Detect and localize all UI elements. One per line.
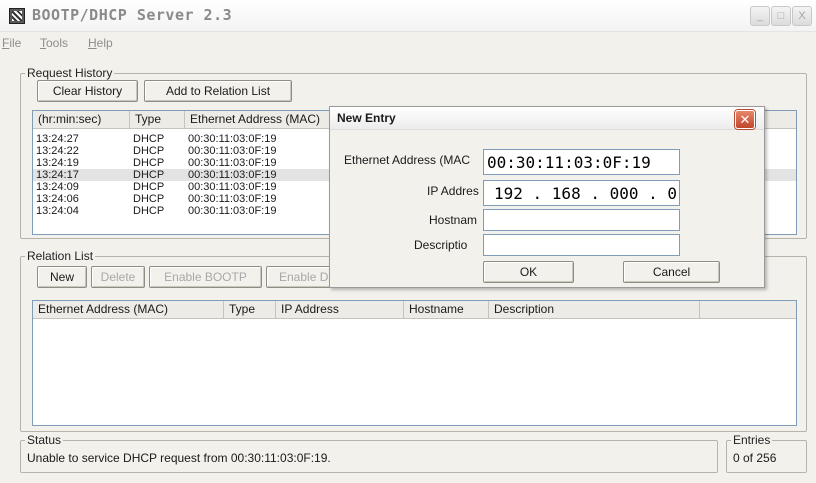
description-input[interactable] [483,234,680,256]
col-relation-hostname[interactable]: Hostname [404,301,489,319]
dialog-title: New Entry [337,111,396,125]
enable-dhcp-button[interactable]: Enable D [266,266,332,288]
history-type: DHCP [133,133,165,145]
entries-group: Entries 0 of 256 [726,433,807,473]
history-mac: 00:30:11:03:0F:19 [188,181,277,193]
history-type: DHCP [133,157,165,169]
history-time: 13:24:22 [36,145,79,157]
history-type: DHCP [133,169,165,181]
col-relation-description[interactable]: Description [489,301,700,319]
history-mac: 00:30:11:03:0F:19 [188,145,277,157]
history-time: 13:24:09 [36,181,79,193]
hostname-label: Hostnam [429,213,478,227]
history-mac: 00:30:11:03:0F:19 [188,169,277,181]
clear-history-button[interactable]: Clear History [37,80,138,102]
history-type: DHCP [133,145,165,157]
enable-bootp-button[interactable]: Enable BOOTP [149,266,262,288]
ok-button[interactable]: OK [483,261,574,283]
menu-file[interactable]: File [2,36,21,50]
relation-list-header: Ethernet Address (MAC) Type IP Address H… [33,301,796,319]
col-type[interactable]: Type [130,111,185,129]
history-time: 13:24:27 [36,133,79,145]
history-type: DHCP [133,205,165,217]
entries-count: 0 of 256 [733,451,777,465]
dialog-close-icon[interactable]: ✕ [735,110,755,129]
hostname-input[interactable] [483,209,680,231]
history-time: 13:24:04 [36,205,79,217]
cancel-button[interactable]: Cancel [623,261,720,283]
ip-address-input[interactable] [483,180,680,206]
history-type: DHCP [133,181,165,193]
entries-label: Entries [731,433,773,447]
new-button[interactable]: New [37,266,87,288]
history-time: 13:24:06 [36,193,79,205]
history-type: DHCP [133,193,165,205]
mac-label: Ethernet Address (MAC [344,153,471,167]
history-mac: 00:30:11:03:0F:19 [188,133,277,145]
status-message: Unable to service DHCP request from 00:3… [27,451,331,465]
status-group: Status Unable to service DHCP request fr… [20,433,718,473]
ip-address-label: IP Addres [427,184,479,198]
history-mac: 00:30:11:03:0F:19 [188,205,277,217]
col-mac[interactable]: Ethernet Address (MAC) [185,111,335,129]
history-mac: 00:30:11:03:0F:19 [188,157,277,169]
app-title: BOOTP/DHCP Server 2.3 [32,6,233,24]
dialog-title-bar[interactable]: New Entry ✕ [330,107,764,130]
description-label: Descriptio [414,238,468,252]
col-relation-ip[interactable]: IP Address [276,301,404,319]
new-entry-dialog: New Entry ✕ Ethernet Address (MAC IP Add… [329,106,765,288]
status-label: Status [25,433,64,447]
menu-help[interactable]: Help [88,36,113,50]
col-time[interactable]: (hr:min:sec) [33,111,130,129]
col-relation-mac[interactable]: Ethernet Address (MAC) [33,301,224,319]
add-to-relation-list-button[interactable]: Add to Relation List [144,80,292,102]
title-bar: BOOTP/DHCP Server 2.3 _ □ X [0,0,816,32]
history-time: 13:24:19 [36,157,79,169]
relation-list-label: Relation List [25,249,96,263]
request-history-label: Request History [25,66,115,80]
minimize-button[interactable]: _ [750,6,770,26]
close-button[interactable]: X [792,6,812,26]
menu-bar: File Tools Help [0,34,816,52]
mac-address-input[interactable] [483,149,680,175]
delete-button[interactable]: Delete [91,266,145,288]
maximize-button[interactable]: □ [771,6,791,26]
col-relation-type[interactable]: Type [224,301,276,319]
menu-tools[interactable]: Tools [40,36,68,50]
app-icon[interactable] [9,8,25,24]
relation-list-table[interactable]: Ethernet Address (MAC) Type IP Address H… [32,300,797,426]
history-mac: 00:30:11:03:0F:19 [188,193,277,205]
history-time: 13:24:17 [36,169,79,181]
